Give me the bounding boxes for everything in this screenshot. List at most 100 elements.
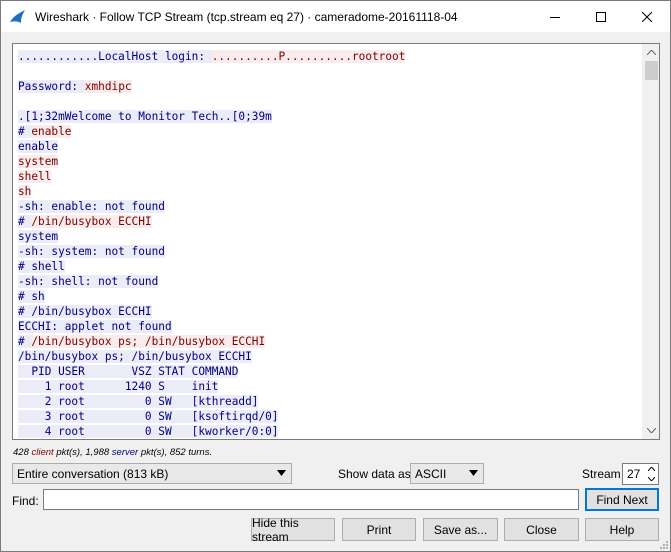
server-text: -sh: system: not found xyxy=(18,245,165,258)
turns-count: pkt(s), 852 turns. xyxy=(140,447,213,458)
scroll-down-button[interactable] xyxy=(643,422,659,439)
server-text: # shell xyxy=(18,260,65,273)
stream-line xyxy=(18,94,640,109)
stream-line: sh xyxy=(18,184,640,199)
maximize-button[interactable] xyxy=(578,1,624,32)
stream-line: # enable xyxy=(18,124,640,139)
spin-down-button[interactable] xyxy=(644,474,658,484)
print-button[interactable]: Print xyxy=(342,518,416,541)
stream-text[interactable]: ............LocalHost login: ..........P… xyxy=(18,49,640,439)
hide-stream-button[interactable]: Hide this stream xyxy=(251,516,335,544)
server-text: 4 root 0 SW [kworker/0:0] xyxy=(18,425,279,438)
client-text: enable xyxy=(31,125,72,138)
server-text: # /bin/busybox ECCHI xyxy=(18,305,152,318)
server-text: # xyxy=(18,125,32,138)
stream-number-value: 27 xyxy=(627,467,641,481)
server-text: Password: xyxy=(18,80,85,93)
find-next-button[interactable]: Find Next xyxy=(585,488,659,511)
find-input[interactable] xyxy=(43,489,579,510)
stream-line: enable xyxy=(18,139,640,154)
stream-line: ............LocalHost login: ..........P… xyxy=(18,49,640,64)
server-label: server xyxy=(111,447,139,458)
stream-line: 3 root 0 SW [ksoftirqd/0] xyxy=(18,409,640,424)
window-title: Wireshark · Follow TCP Stream (tcp.strea… xyxy=(35,9,458,24)
client-text: sh xyxy=(18,185,32,198)
stream-number-spinbox[interactable]: 27 xyxy=(622,463,659,485)
spin-up-button[interactable] xyxy=(644,464,658,474)
stream-line: # sh xyxy=(18,289,640,304)
stream-line xyxy=(18,64,640,79)
spin-down-icon xyxy=(647,477,655,481)
show-data-label: Show data as xyxy=(338,467,411,481)
stream-line: shell xyxy=(18,169,640,184)
client-text: shell xyxy=(18,170,52,183)
scrollbar-thumb[interactable] xyxy=(645,61,658,80)
stream-number-label: Stream xyxy=(582,467,621,481)
spin-up-icon xyxy=(647,467,655,471)
server-text: /bin/busybox ps; /bin/busybox ECCHI xyxy=(18,350,252,363)
stream-line: # /bin/busybox ECCHI xyxy=(18,214,640,229)
server-text: 3 root 0 SW [ksoftirqd/0] xyxy=(18,410,279,423)
stream-line: # shell xyxy=(18,259,640,274)
client-text: xmhdipc xyxy=(84,80,132,93)
server-text: system xyxy=(18,230,59,243)
stream-line: system xyxy=(18,229,640,244)
stream-line: # /bin/busybox ECCHI xyxy=(18,304,640,319)
client-packet-count: 428 xyxy=(13,447,29,458)
close-button[interactable]: Close xyxy=(504,518,579,541)
scroll-up-button[interactable] xyxy=(643,44,659,61)
stream-line: -sh: shell: not found xyxy=(18,274,640,289)
title-bar[interactable]: Wireshark · Follow TCP Stream (tcp.strea… xyxy=(1,1,670,32)
chevron-down-icon xyxy=(277,470,286,476)
show-data-select-value: ASCII xyxy=(415,466,447,481)
server-text: ECCHI: applet not found xyxy=(18,320,172,333)
server-packet-count: pkt(s), 1,988 xyxy=(56,447,110,458)
stream-line: /bin/busybox ps; /bin/busybox ECCHI xyxy=(18,349,640,364)
save-as-button[interactable]: Save as... xyxy=(423,518,498,541)
client-text: ..........P..........rootroot xyxy=(211,50,406,63)
help-button[interactable]: Help xyxy=(585,518,659,541)
server-text: -sh: shell: not found xyxy=(18,275,159,288)
follow-tcp-stream-window: Wireshark · Follow TCP Stream (tcp.strea… xyxy=(0,0,671,552)
maximize-icon xyxy=(596,11,606,22)
chevron-down-icon xyxy=(469,470,478,476)
stream-line: 2 root 0 SW [kthreadd] xyxy=(18,394,640,409)
server-text: ............LocalHost login: xyxy=(18,50,212,63)
minimize-icon xyxy=(550,16,560,18)
server-text: enable xyxy=(18,140,59,153)
server-text: PID USER VSZ STAT COMMAND xyxy=(18,365,239,378)
server-text: -sh: enable: not found xyxy=(18,200,165,213)
stream-line: -sh: enable: not found xyxy=(18,199,640,214)
resize-grip-icon[interactable] xyxy=(658,539,668,549)
stream-line: Password: xmhdipc xyxy=(18,79,640,94)
close-icon xyxy=(642,11,652,22)
server-text: .[1;32mWelcome to Monitor Tech..[0;39m xyxy=(18,110,272,123)
server-text: # xyxy=(18,335,32,348)
stream-line: -sh: system: not found xyxy=(18,244,640,259)
scroll-up-icon xyxy=(647,50,656,55)
close-window-button[interactable] xyxy=(624,1,670,32)
conversation-select[interactable]: Entire conversation (813 kB) xyxy=(12,463,292,484)
wireshark-fin-icon xyxy=(10,9,25,23)
client-label: client xyxy=(31,447,54,458)
stream-line: system xyxy=(18,154,640,169)
stream-line: # /bin/busybox ps; /bin/busybox ECCHI xyxy=(18,334,640,349)
find-label: Find: xyxy=(12,494,39,508)
stream-line: PID USER VSZ STAT COMMAND xyxy=(18,364,640,379)
vertical-scrollbar[interactable] xyxy=(642,44,659,439)
server-text: 2 root 0 SW [kthreadd] xyxy=(18,395,259,408)
server-text: # sh xyxy=(18,290,45,303)
client-text: system xyxy=(18,155,59,168)
stream-line: 4 root 0 SW [kworker/0:0] xyxy=(18,424,640,439)
stream-stats: 428 client pkt(s), 1,988 server pkt(s), … xyxy=(13,447,212,458)
client-text: /bin/busybox ps; /bin/busybox ECCHI xyxy=(31,335,266,348)
stream-line: 1 root 1240 S init xyxy=(18,379,640,394)
stream-line: ECCHI: applet not found xyxy=(18,319,640,334)
show-data-select[interactable]: ASCII xyxy=(410,463,484,484)
scroll-down-icon xyxy=(647,428,656,433)
conversation-select-value: Entire conversation (813 kB) xyxy=(17,466,169,481)
server-text: # xyxy=(18,215,32,228)
stream-content-area[interactable]: ............LocalHost login: ..........P… xyxy=(12,43,660,440)
server-text: 1 root 1240 S init xyxy=(18,380,219,393)
minimize-button[interactable] xyxy=(532,1,578,32)
